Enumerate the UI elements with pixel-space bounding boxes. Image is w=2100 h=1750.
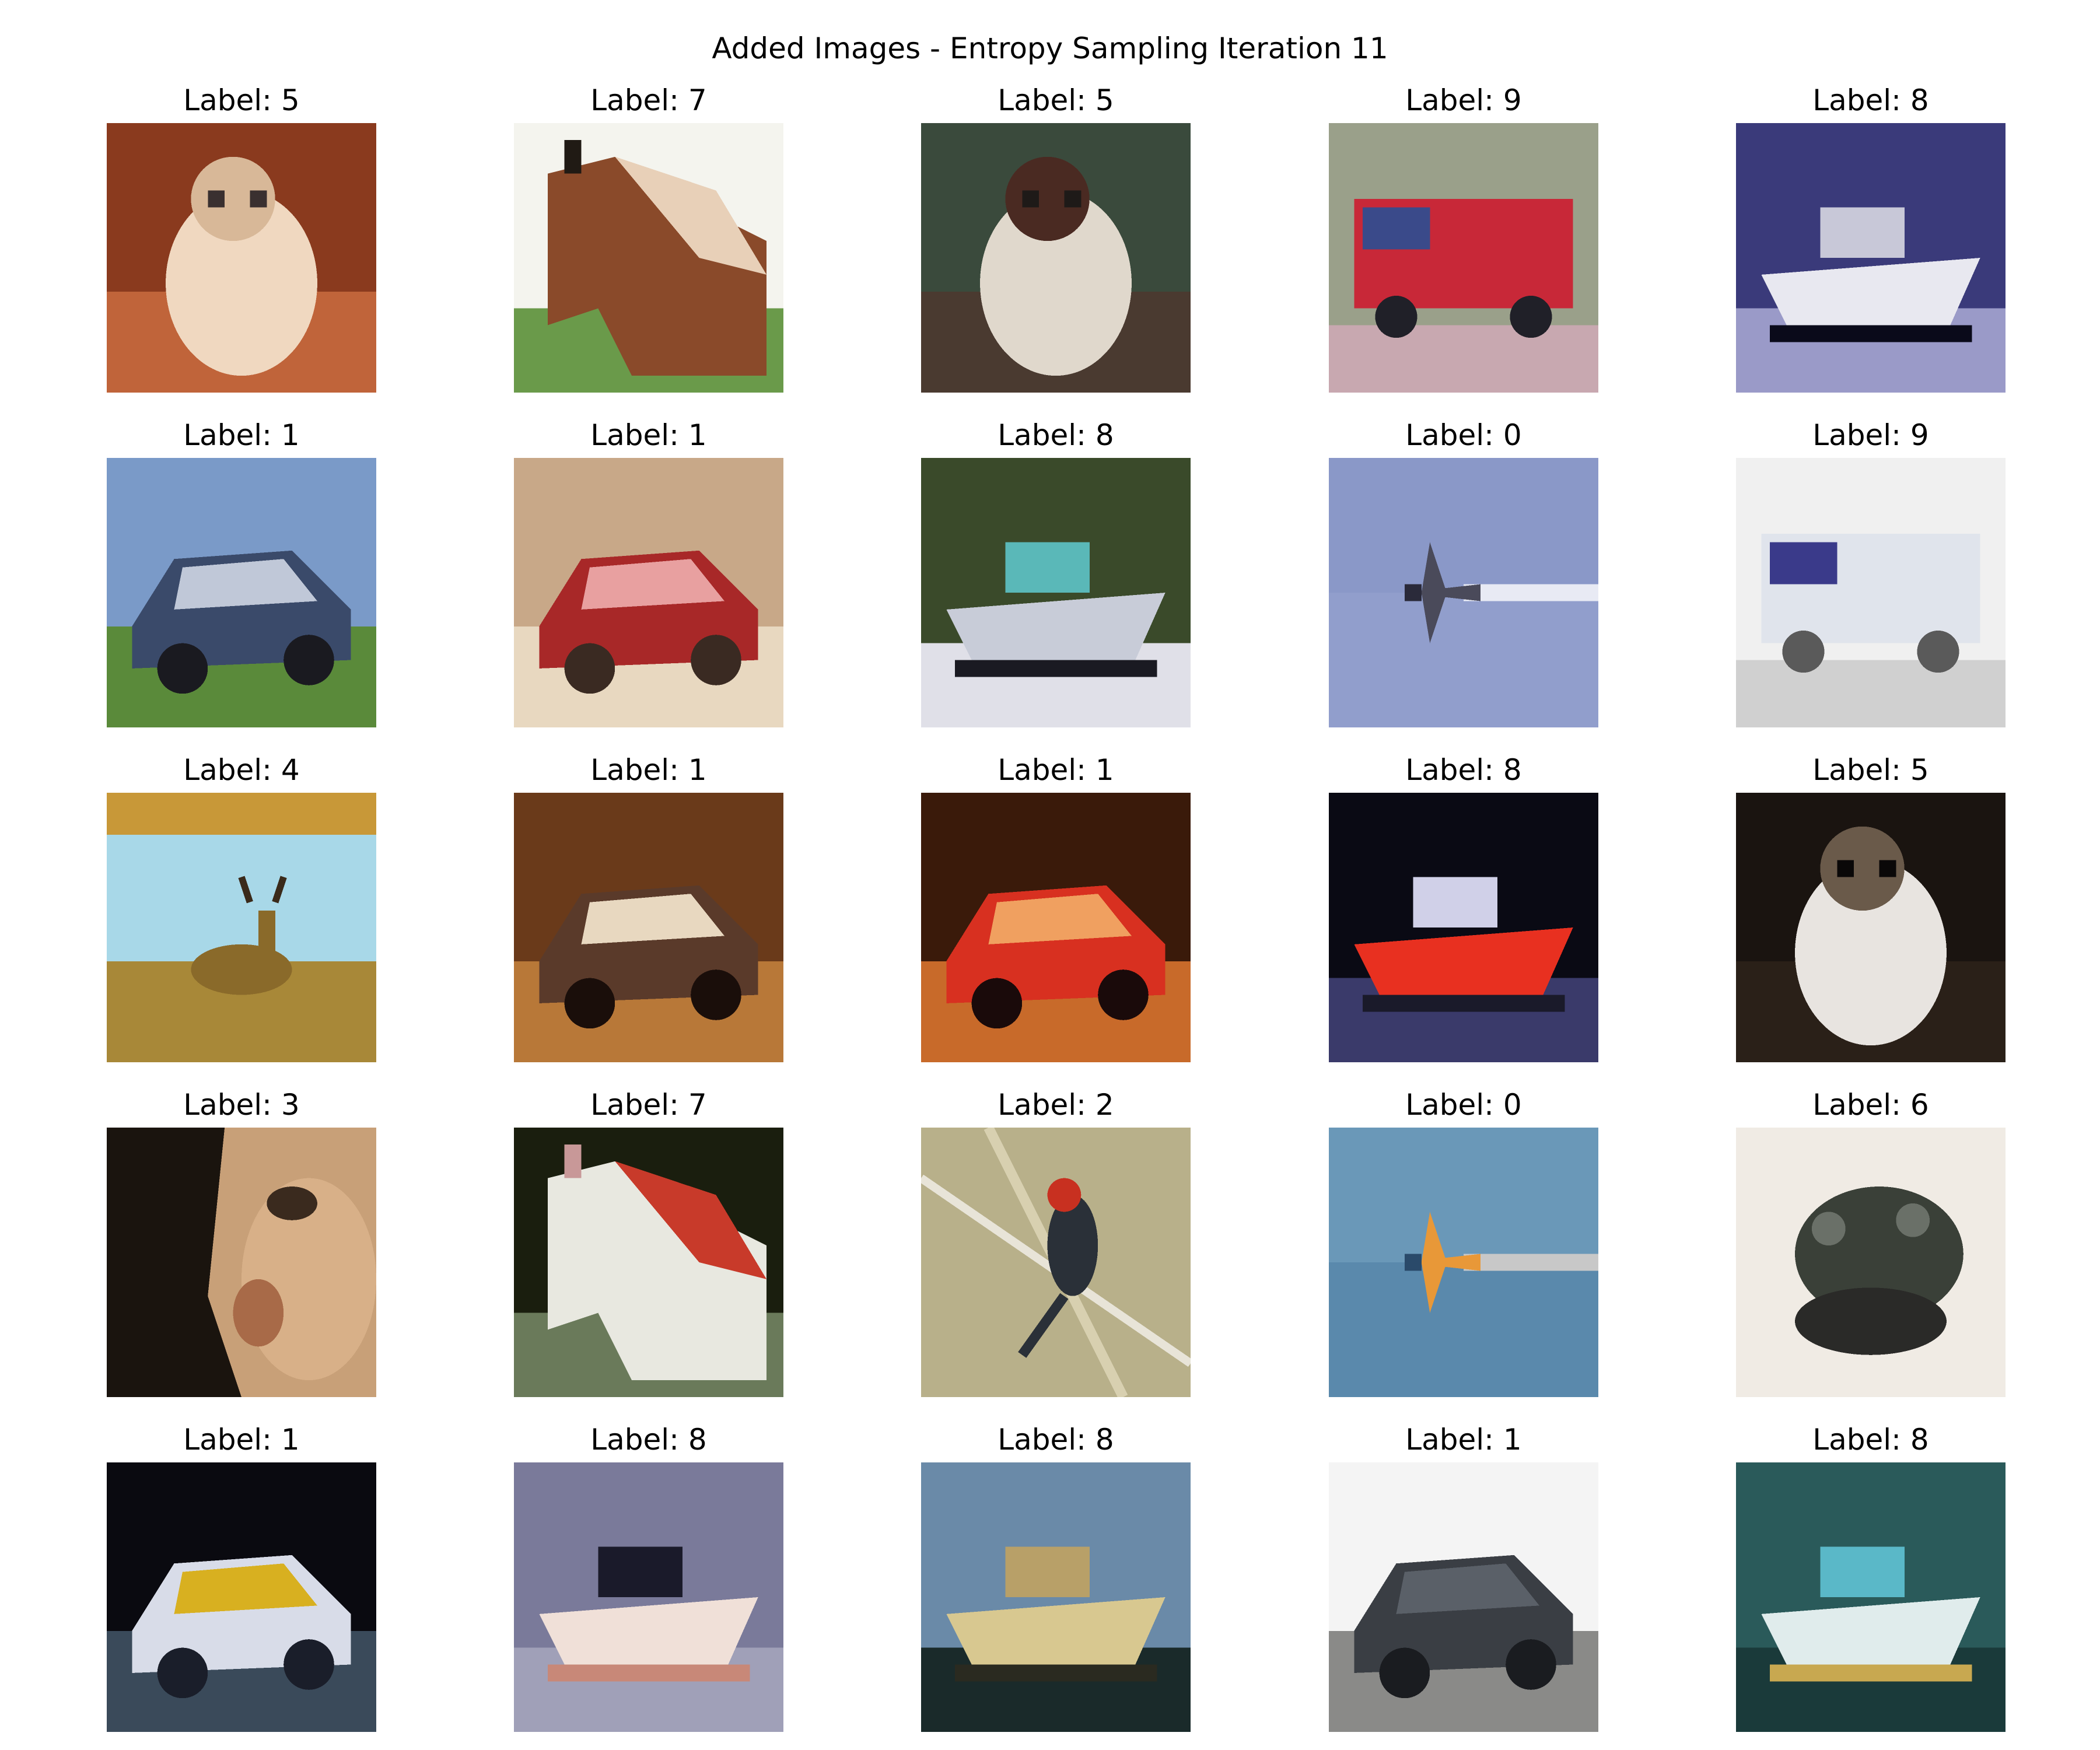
- image-label: Label: 1: [183, 1423, 300, 1457]
- image-label: Label: 8: [998, 1423, 1114, 1457]
- ship-image: [1736, 123, 2006, 393]
- airplane-thumbnail: [1329, 1128, 1598, 1397]
- car-image: [1329, 1462, 1598, 1732]
- ship-thumbnail: [1736, 123, 2006, 393]
- car-thumbnail: [1329, 1462, 1598, 1732]
- car-image: [107, 1462, 376, 1732]
- car-thumbnail: [107, 1462, 376, 1732]
- car-thumbnail: [921, 793, 1191, 1062]
- car-thumbnail: [514, 793, 783, 1062]
- image-label: Label: 1: [590, 418, 707, 452]
- image-label: Label: 0: [1405, 1088, 1522, 1122]
- ship-image: [921, 458, 1191, 727]
- ship-thumbnail: [1736, 1462, 2006, 1732]
- image-label: Label: 8: [1405, 753, 1522, 787]
- truck-image: [1329, 123, 1598, 393]
- truck-thumbnail: [1329, 123, 1598, 393]
- ship-image: [514, 1462, 783, 1732]
- car-image: [514, 458, 783, 727]
- image-label: Label: 5: [183, 83, 300, 117]
- car-image: [514, 793, 783, 1062]
- image-label: Label: 1: [998, 753, 1114, 787]
- truck-thumbnail: [1736, 458, 2006, 727]
- ship-image: [921, 1462, 1191, 1732]
- image-label: Label: 9: [1812, 418, 1929, 452]
- ship-thumbnail: [921, 1462, 1191, 1732]
- image-label: Label: 4: [183, 753, 300, 787]
- image-label: Label: 5: [1812, 753, 1929, 787]
- deer-thumbnail: [107, 793, 376, 1062]
- image-label: Label: 7: [590, 1088, 707, 1122]
- ship-thumbnail: [921, 458, 1191, 727]
- image-label: Label: 7: [590, 83, 707, 117]
- ship-thumbnail: [514, 1462, 783, 1732]
- dog-thumbnail: [1736, 793, 2006, 1062]
- cat-thumbnail: [107, 1128, 376, 1397]
- dog-image: [921, 123, 1191, 393]
- bird-thumbnail: [921, 1128, 1191, 1397]
- dog-thumbnail: [107, 123, 376, 393]
- dog-thumbnail: [921, 123, 1191, 393]
- image-label: Label: 1: [590, 753, 707, 787]
- frog-thumbnail: [1736, 1128, 2006, 1397]
- horse-thumbnail: [514, 123, 783, 393]
- horse-image: [514, 1128, 783, 1397]
- horse-thumbnail: [514, 1128, 783, 1397]
- figure-title: Added Images - Entropy Sampling Iteratio…: [712, 32, 1388, 65]
- car-image: [107, 458, 376, 727]
- image-label: Label: 8: [1812, 83, 1929, 117]
- horse-image: [514, 123, 783, 393]
- image-label: Label: 9: [1405, 83, 1522, 117]
- image-label: Label: 1: [1405, 1423, 1522, 1457]
- dog-image: [107, 123, 376, 393]
- cat-image: [107, 1128, 376, 1397]
- bird-image: [921, 1128, 1191, 1397]
- image-label: Label: 2: [998, 1088, 1114, 1122]
- car-thumbnail: [107, 458, 376, 727]
- airplane-image: [1329, 1128, 1598, 1397]
- dog-image: [1736, 793, 2006, 1062]
- ship-thumbnail: [1329, 793, 1598, 1062]
- airplane-image: [1329, 458, 1598, 727]
- image-label: Label: 8: [998, 418, 1114, 452]
- deer-image: [107, 793, 376, 1062]
- image-label: Label: 8: [590, 1423, 707, 1457]
- ship-image: [1329, 793, 1598, 1062]
- truck-image: [1736, 458, 2006, 727]
- image-label: Label: 5: [998, 83, 1114, 117]
- image-label: Label: 0: [1405, 418, 1522, 452]
- image-label: Label: 8: [1812, 1423, 1929, 1457]
- airplane-thumbnail: [1329, 458, 1598, 727]
- image-label: Label: 1: [183, 418, 300, 452]
- car-image: [921, 793, 1191, 1062]
- car-thumbnail: [514, 458, 783, 727]
- frog-image: [1736, 1128, 2006, 1397]
- image-label: Label: 3: [183, 1088, 300, 1122]
- ship-image: [1736, 1462, 2006, 1732]
- image-label: Label: 6: [1812, 1088, 1929, 1122]
